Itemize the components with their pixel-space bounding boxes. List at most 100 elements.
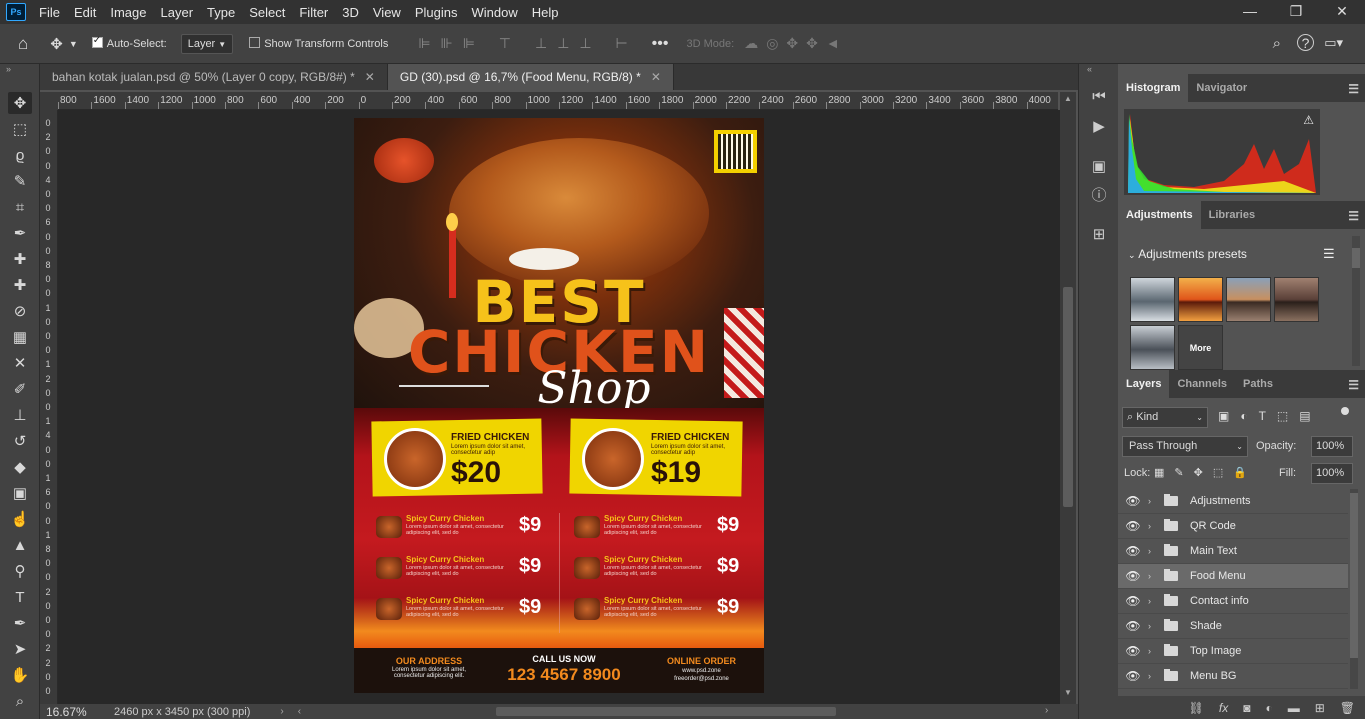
adjustment-layer-icon[interactable]: ◐ bbox=[1265, 701, 1272, 715]
menu-3d[interactable]: 3D bbox=[335, 5, 366, 20]
close-tab-icon[interactable]: ✕ bbox=[651, 70, 661, 84]
align-buttons[interactable]: ⊫⊪⊫ ⊤ bbox=[418, 35, 521, 52]
chevron-right-icon[interactable]: › bbox=[1148, 521, 1160, 531]
chevron-right-icon[interactable]: › bbox=[1148, 596, 1160, 606]
vertical-scrollbar[interactable]: ▲ ▼ bbox=[1060, 92, 1076, 704]
move-tool-icon[interactable]: ✥ bbox=[8, 92, 32, 114]
sharpen-tool-icon[interactable]: ▲ bbox=[8, 534, 32, 556]
preset-thumbnail[interactable] bbox=[1130, 277, 1175, 322]
panel-menu-icon[interactable]: ☰ bbox=[1348, 82, 1359, 96]
layer-row[interactable]: 👁 › Main Text bbox=[1118, 539, 1348, 564]
tab-channels[interactable]: Channels bbox=[1169, 370, 1235, 398]
chevron-right-icon[interactable]: › bbox=[1148, 671, 1160, 681]
menu-type[interactable]: Type bbox=[200, 5, 242, 20]
auto-select-checkbox[interactable]: Auto-Select: bbox=[91, 35, 167, 50]
collapse-icon[interactable]: « bbox=[1087, 64, 1092, 74]
crop-tool-icon[interactable]: ⌗ bbox=[8, 196, 32, 218]
adjustments-scrollbar[interactable] bbox=[1352, 236, 1360, 366]
adjustments-scroll-thumb[interactable] bbox=[1352, 248, 1360, 268]
scroll-right-icon[interactable]: › bbox=[1045, 705, 1048, 716]
chevron-right-icon[interactable]: › bbox=[1148, 571, 1160, 581]
menu-file[interactable]: File bbox=[32, 5, 67, 20]
checkbox-checked-icon[interactable] bbox=[91, 35, 103, 48]
preset-thumbnail[interactable] bbox=[1274, 277, 1319, 322]
search-icon[interactable]: ⌕ bbox=[1273, 35, 1281, 52]
eye-icon[interactable]: 👁 bbox=[1118, 594, 1148, 608]
photoshop-logo[interactable]: Ps bbox=[6, 3, 26, 21]
layer-row[interactable]: 👁 › Top Image bbox=[1118, 639, 1348, 664]
eye-icon[interactable]: 👁 bbox=[1118, 569, 1148, 583]
tab-histogram[interactable]: Histogram bbox=[1118, 74, 1189, 102]
chevron-down-icon[interactable]: ▼ bbox=[69, 39, 78, 49]
opacity-input[interactable]: 100% bbox=[1311, 436, 1353, 457]
tab-bahan-kotak[interactable]: bahan kotak jualan.psd @ 50% (Layer 0 co… bbox=[40, 64, 388, 90]
marquee-tool-icon[interactable]: ⬚ bbox=[8, 118, 32, 140]
layer-row[interactable]: 👁 › Menu BG bbox=[1118, 664, 1348, 689]
brush-tool-icon[interactable]: ✐ bbox=[8, 378, 32, 400]
actions-play-icon[interactable]: ▶ bbox=[1087, 114, 1111, 138]
red-eye-tool-icon[interactable]: ✕ bbox=[8, 352, 32, 374]
dodge-tool-icon[interactable]: ⚲ bbox=[8, 560, 32, 582]
menu-image[interactable]: Image bbox=[103, 5, 153, 20]
pen-tool-icon[interactable]: ✒ bbox=[8, 612, 32, 634]
preset-thumbnail[interactable] bbox=[1226, 277, 1271, 322]
eye-icon[interactable]: 👁 bbox=[1118, 544, 1148, 558]
zoom-tool-icon[interactable]: ⌕ bbox=[8, 690, 32, 712]
show-transform-checkbox[interactable]: Show Transform Controls bbox=[249, 37, 388, 50]
restore-icon[interactable]: ❐ bbox=[1273, 0, 1319, 24]
quick-select-tool-icon[interactable]: ✎ bbox=[8, 170, 32, 192]
menu-window[interactable]: Window bbox=[464, 5, 524, 20]
info-icon[interactable]: ⓘ bbox=[1087, 182, 1111, 206]
scroll-left-icon[interactable]: ‹ bbox=[298, 706, 301, 717]
zoom-level[interactable]: 16.67% bbox=[46, 705, 106, 719]
eye-icon[interactable]: 👁 bbox=[1118, 619, 1148, 633]
hand-tool-icon[interactable]: ✋ bbox=[8, 664, 32, 686]
tab-adjustments[interactable]: Adjustments bbox=[1118, 201, 1201, 229]
expand-icon[interactable]: » bbox=[6, 64, 11, 74]
menu-edit[interactable]: Edit bbox=[67, 5, 103, 20]
path-select-tool-icon[interactable]: ➤ bbox=[8, 638, 32, 660]
menu-plugins[interactable]: Plugins bbox=[408, 5, 465, 20]
new-group-icon[interactable]: ▬ bbox=[1288, 701, 1300, 715]
preset-thumbnail[interactable] bbox=[1178, 277, 1223, 322]
layers-scrollbar[interactable] bbox=[1350, 489, 1358, 689]
eye-icon[interactable]: 👁 bbox=[1118, 669, 1148, 683]
list-view-icon[interactable]: ☰ bbox=[1323, 246, 1335, 262]
more-options-icon[interactable]: ••• bbox=[652, 35, 669, 53]
type-tool-icon[interactable]: T bbox=[8, 586, 32, 608]
spot-healing-tool-icon[interactable]: ✚ bbox=[8, 248, 32, 270]
3d-mode-icons[interactable]: ☁◎✥✥◄ bbox=[744, 35, 848, 52]
properties-icon[interactable]: ▣ bbox=[1087, 154, 1111, 178]
chevron-right-icon[interactable]: › bbox=[1148, 496, 1160, 506]
tab-paths[interactable]: Paths bbox=[1235, 370, 1281, 398]
layers-scroll-thumb[interactable] bbox=[1350, 493, 1358, 658]
filter-toggle-icon[interactable] bbox=[1341, 407, 1349, 415]
help-icon[interactable]: ? bbox=[1297, 34, 1314, 51]
more-presets-button[interactable]: More bbox=[1178, 325, 1223, 370]
history-brush-tool-icon[interactable]: ↺ bbox=[8, 430, 32, 452]
menu-filter[interactable]: Filter bbox=[292, 5, 335, 20]
layer-row[interactable]: 👁 › QR Code bbox=[1118, 514, 1348, 539]
clone-source-icon[interactable]: ⊞ bbox=[1087, 222, 1111, 246]
link-icon[interactable]: ⛓ bbox=[1189, 701, 1204, 715]
panel-menu-icon[interactable]: ☰ bbox=[1348, 378, 1359, 392]
warning-icon[interactable]: ⚠ bbox=[1303, 113, 1314, 127]
menu-select[interactable]: Select bbox=[242, 5, 292, 20]
preset-thumbnail[interactable] bbox=[1130, 325, 1175, 370]
chevron-right-icon[interactable]: › bbox=[1148, 646, 1160, 656]
scroll-down-icon[interactable]: ▼ bbox=[1064, 688, 1072, 697]
layer-row-selected[interactable]: 👁 › Food Menu bbox=[1118, 564, 1348, 589]
eyedropper-tool-icon[interactable]: ✒ bbox=[8, 222, 32, 244]
minimize-icon[interactable]: — bbox=[1227, 0, 1273, 24]
eye-icon[interactable]: 👁 bbox=[1118, 644, 1148, 658]
close-tab-icon[interactable]: ✕ bbox=[365, 70, 375, 84]
clone-stamp-tool-icon[interactable]: ⊥ bbox=[8, 404, 32, 426]
fill-input[interactable]: 100% bbox=[1311, 463, 1353, 484]
smudge-tool-icon[interactable]: ☝ bbox=[8, 508, 32, 530]
lasso-tool-icon[interactable]: ϱ bbox=[8, 144, 32, 166]
tab-libraries[interactable]: Libraries bbox=[1201, 201, 1263, 229]
layer-filter-kind-dropdown[interactable]: ⌕ Kind ⌄ bbox=[1122, 407, 1208, 428]
content-aware-tool-icon[interactable]: ▦ bbox=[8, 326, 32, 348]
panel-menu-icon[interactable]: ☰ bbox=[1348, 209, 1359, 223]
eye-icon[interactable]: 👁 bbox=[1118, 494, 1148, 508]
